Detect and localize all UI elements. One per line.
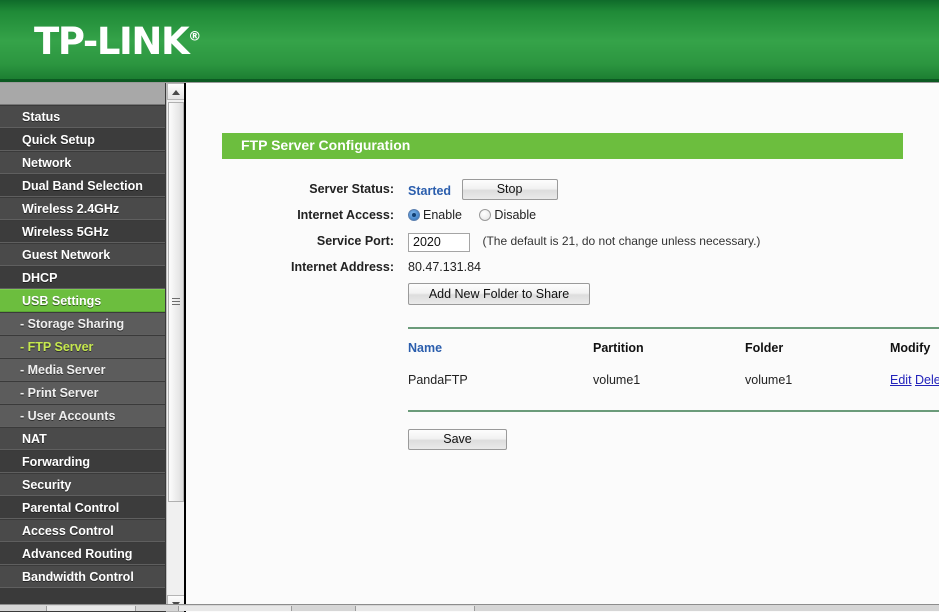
taskbar-strip: [0, 604, 939, 611]
shared-folders-table: Name Partition Folder Modify PandaFTP vol…: [408, 341, 939, 387]
internet-address-label: Internet Address:: [290, 260, 394, 274]
service-port-hint: (The default is 21, do not change unless…: [482, 234, 761, 248]
triangle-up-icon: [172, 89, 180, 95]
main-content: FTP Server Configuration Server Status: …: [185, 83, 939, 612]
internet-access-radio-group: Enable Disable: [408, 205, 550, 225]
server-status-row: Server Status: Started Stop: [186, 179, 939, 205]
sidebar-item-storage-sharing[interactable]: - Storage Sharing: [0, 312, 165, 335]
sidebar-item-security[interactable]: Security: [0, 473, 165, 496]
sidebar-item-usb-settings[interactable]: USB Settings: [0, 289, 165, 312]
cell-name: PandaFTP: [408, 373, 468, 387]
internet-access-label: Internet Access:: [297, 208, 394, 222]
sidebar-item-wireless-2-4ghz[interactable]: Wireless 2.4GHz: [0, 197, 165, 220]
service-port-input[interactable]: [408, 232, 470, 252]
radio-option-disable[interactable]: Disable: [479, 205, 550, 225]
sidebar-item-ftp-server[interactable]: - FTP Server: [0, 335, 165, 358]
ftp-settings-form: Server Status: Started Stop Internet Acc…: [186, 179, 939, 283]
table-body: PandaFTP volume1 volume1 Edit Delete: [408, 373, 939, 387]
brand-name: TP-LINK: [34, 20, 190, 63]
page-title: FTP Server Configuration: [241, 137, 411, 153]
stop-button[interactable]: Stop: [461, 179, 558, 200]
sidebar-item-wireless-5ghz[interactable]: Wireless 5GHz: [0, 220, 165, 243]
sidebar-item-status[interactable]: Status: [0, 105, 165, 128]
cell-modify: Edit Delete: [890, 373, 939, 387]
sidebar-item-forwarding[interactable]: Forwarding: [0, 450, 165, 473]
grip-lines-icon: [172, 298, 180, 306]
service-port-row: Service Port: (The default is 21, do not…: [186, 231, 939, 257]
table-header-row: Name Partition Folder Modify: [408, 341, 939, 373]
sidebar-item-network[interactable]: Network: [0, 151, 165, 174]
column-header-folder: Folder: [745, 341, 784, 355]
brand-header: TP-LINK®: [0, 0, 939, 82]
radio-enable-label: Enable: [423, 208, 462, 222]
sidebar-item-guest-network[interactable]: Guest Network: [0, 243, 165, 266]
divider-bottom: [408, 410, 939, 412]
delete-link[interactable]: Delete: [915, 373, 939, 387]
table-row: PandaFTP volume1 volume1 Edit Delete: [408, 373, 939, 387]
sidebar-item-dual-band-selection[interactable]: Dual Band Selection: [0, 174, 165, 197]
internet-address-value: 80.47.131.84: [408, 260, 481, 274]
sidebar-item-print-server[interactable]: - Print Server: [0, 381, 165, 404]
sidebar-item-media-server[interactable]: - Media Server: [0, 358, 165, 381]
radio-disable-icon[interactable]: [479, 209, 492, 221]
radio-option-enable[interactable]: Enable: [408, 205, 476, 225]
server-status-label: Server Status:: [309, 182, 394, 196]
sidebar-scrollbar[interactable]: [166, 83, 184, 612]
sidebar-item-access-control[interactable]: Access Control: [0, 519, 165, 542]
divider-top: [408, 327, 939, 329]
internet-address-row: Internet Address: 80.47.131.84: [186, 257, 939, 283]
sidebar-item-quick-setup[interactable]: Quick Setup: [0, 128, 165, 151]
add-new-folder-button[interactable]: Add New Folder to Share: [408, 283, 590, 305]
cell-partition: volume1: [593, 373, 641, 387]
scroll-up-button[interactable]: [167, 83, 184, 100]
sidebar-item-parental-control[interactable]: Parental Control: [0, 496, 165, 519]
registered-mark-icon: ®: [188, 29, 202, 45]
sidebar: Status Quick Setup Network Dual Band Select…: [0, 83, 185, 612]
internet-access-row: Internet Access: Enable Disable: [186, 205, 939, 231]
radio-disable-label: Disable: [494, 208, 537, 222]
sidebar-menu: Status Quick Setup Network Dual Band Select…: [0, 105, 165, 588]
scrollbar-thumb[interactable]: [168, 102, 184, 502]
sidebar-item-nat[interactable]: NAT: [0, 427, 165, 450]
server-status-value-group: Started Stop: [408, 179, 558, 201]
sidebar-item-bandwidth-control[interactable]: Bandwidth Control: [0, 565, 165, 588]
column-header-modify: Modify: [890, 341, 931, 355]
column-header-partition: Partition: [593, 341, 644, 355]
save-button[interactable]: Save: [408, 429, 507, 450]
cell-folder: volume1: [745, 373, 793, 387]
tp-link-logo: TP-LINK®: [34, 20, 201, 63]
radio-enable-icon[interactable]: [408, 209, 420, 221]
sidebar-item-dhcp[interactable]: DHCP: [0, 266, 165, 289]
edit-link[interactable]: Edit: [890, 373, 912, 387]
section-header: FTP Server Configuration: [222, 133, 903, 159]
service-port-value-group: (The default is 21, do not change unless…: [408, 231, 760, 252]
sidebar-top-strip: [0, 83, 165, 105]
sidebar-item-user-accounts[interactable]: - User Accounts: [0, 404, 165, 427]
page-frame: Status Quick Setup Network Dual Band Select…: [0, 82, 939, 612]
server-status-value: Started: [408, 184, 452, 198]
column-header-name: Name: [408, 341, 443, 355]
sidebar-item-advanced-routing[interactable]: Advanced Routing: [0, 542, 165, 565]
service-port-label: Service Port:: [316, 234, 394, 248]
